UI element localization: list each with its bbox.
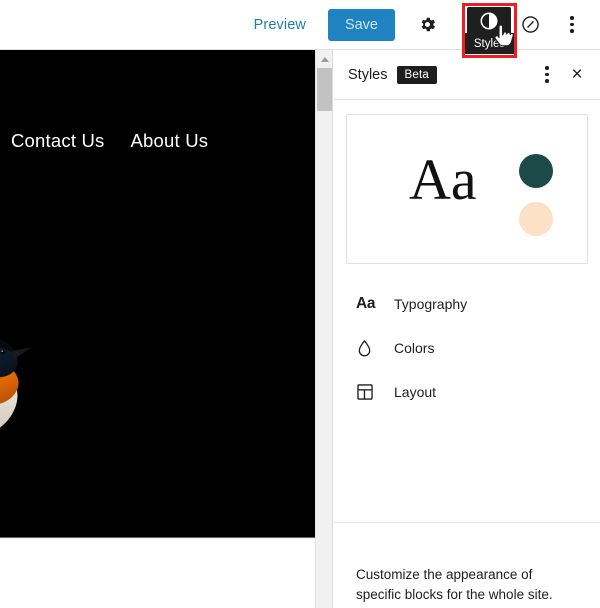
typography-aa-icon: Aa: [356, 295, 376, 312]
beta-badge: Beta: [396, 65, 437, 84]
menu-item-colors[interactable]: Colors: [334, 326, 600, 370]
panel-divider: [334, 522, 600, 523]
style-preview-card[interactable]: Aa: [346, 114, 588, 264]
font-sample-text: Aa: [409, 147, 477, 212]
bird-image: [0, 325, 72, 445]
styles-menu-list: Aa Typography Colors Layout: [334, 282, 600, 414]
panel-more-button[interactable]: [532, 60, 562, 90]
circle-slash-icon: [520, 14, 541, 35]
panel-close-button[interactable]: ×: [562, 60, 592, 90]
palette-swatch-secondary: [519, 202, 553, 236]
caret-up-icon: [320, 56, 329, 62]
styles-tooltip: Styles: [462, 33, 517, 54]
site-navigation: Contact Us About Us: [11, 130, 208, 152]
nav-link-contact-us[interactable]: Contact Us: [11, 130, 105, 152]
palette-swatch-primary: [519, 154, 553, 188]
nav-link-about-us[interactable]: About Us: [131, 130, 209, 152]
blocks-description: Customize the appearance of specific blo…: [356, 567, 553, 602]
view-toggle-button[interactable]: [512, 7, 548, 43]
styles-button-highlight-group[interactable]: Styles: [462, 3, 517, 58]
preview-link[interactable]: Preview: [248, 13, 312, 37]
styles-panel: Styles Beta × Aa Aa Typography Colors La…: [334, 50, 600, 608]
save-button[interactable]: Save: [327, 8, 395, 41]
more-options-button[interactable]: [554, 7, 590, 43]
menu-item-label: Colors: [394, 340, 435, 356]
scroll-up-arrow[interactable]: [316, 52, 332, 66]
scrollbar-thumb[interactable]: [317, 68, 332, 111]
menu-item-label: Typography: [394, 296, 468, 312]
site-preview-canvas[interactable]: Contact Us About Us: [0, 50, 315, 538]
color-droplet-icon: [356, 339, 382, 358]
styles-panel-header: Styles Beta ×: [334, 50, 600, 100]
menu-item-layout[interactable]: Layout: [334, 370, 600, 414]
editor-canvas-area: Contact Us About Us: [0, 50, 333, 608]
menu-item-typography[interactable]: Aa Typography: [334, 282, 600, 326]
panel-title: Styles: [348, 66, 388, 83]
layout-grid-icon: [356, 383, 382, 401]
kebab-menu-icon: [545, 66, 549, 83]
editor-scrollbar[interactable]: [315, 50, 332, 608]
canvas-below-fold: [0, 539, 315, 608]
gear-icon: [418, 15, 437, 34]
app-root: Preview Save Styles Contact Us About Us …: [0, 0, 600, 608]
settings-button[interactable]: [409, 7, 445, 43]
kebab-menu-icon: [570, 16, 574, 33]
close-x-icon: ×: [571, 64, 583, 85]
menu-item-label: Layout: [394, 384, 437, 400]
